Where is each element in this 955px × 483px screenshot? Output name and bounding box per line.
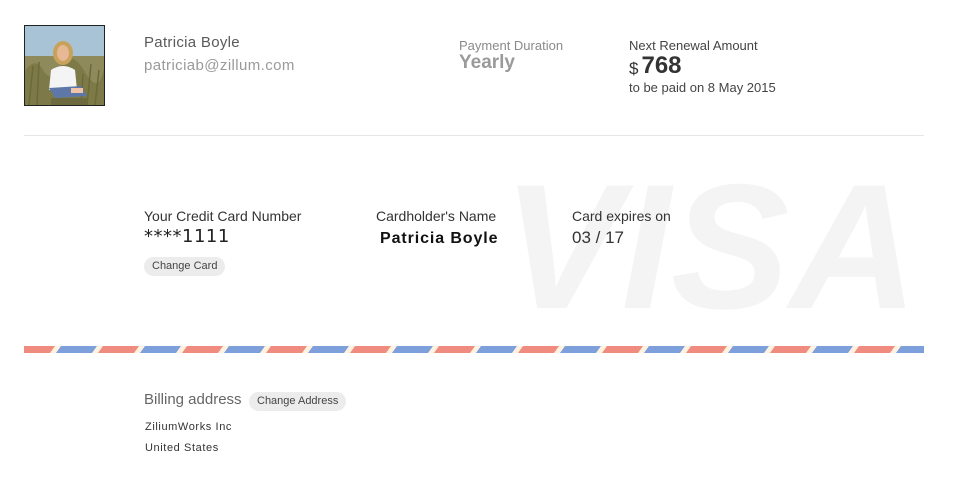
airmail-stripe-segment: [728, 346, 769, 353]
airmail-stripe-segment: [24, 346, 55, 353]
card-expiry: 03 / 17: [572, 228, 624, 247]
airmail-stripe: [24, 346, 924, 353]
renewal-date: to be paid on 8 May 2015: [629, 80, 776, 95]
currency-symbol: $: [629, 59, 639, 78]
user-photo: [25, 26, 104, 105]
renewal-amount: $768: [629, 52, 682, 80]
airmail-stripe-segment: [602, 346, 643, 353]
billing-address-label: Billing address: [144, 391, 242, 408]
change-card-button[interactable]: Change Card: [144, 257, 226, 276]
section-divider: [24, 135, 924, 136]
address-line: ZiliumWorks Inc: [145, 421, 233, 433]
airmail-stripe-segment: [350, 346, 391, 353]
airmail-stripe-segment: [434, 346, 475, 353]
airmail-stripe-segment: [812, 346, 853, 353]
cardholder-label: Cardholder's Name: [376, 208, 497, 224]
card-number: ****1111: [144, 226, 230, 247]
airmail-stripe-segment: [140, 346, 181, 353]
airmail-stripe-segment: [854, 346, 895, 353]
renewal-amount-value: 768: [641, 52, 682, 79]
airmail-stripe-segment: [518, 346, 559, 353]
airmail-stripe-segment: [56, 346, 97, 353]
payment-duration-value: Yearly: [459, 52, 515, 73]
airmail-stripe-segment: [686, 346, 727, 353]
cardholder-name: Patricia Boyle: [380, 230, 499, 247]
airmail-stripe-segment: [392, 346, 433, 353]
airmail-stripe-segment: [308, 346, 349, 353]
airmail-stripe-segment: [560, 346, 601, 353]
airmail-stripe-segment: [98, 346, 139, 353]
airmail-stripe-segment: [224, 346, 265, 353]
user-name: Patricia Boyle: [144, 34, 240, 51]
user-email: patriciab@zillum.com: [144, 57, 295, 74]
airmail-stripe-segment: [770, 346, 811, 353]
visa-logo-watermark: VISA: [503, 160, 918, 320]
card-expiry-label: Card expires on: [572, 208, 671, 224]
airmail-stripe-segment: [182, 346, 223, 353]
airmail-stripe-segment: [266, 346, 307, 353]
renewal-amount-label: Next Renewal Amount: [629, 38, 758, 53]
card-number-label: Your Credit Card Number: [144, 208, 302, 224]
airmail-stripe-segment: [476, 346, 517, 353]
visa-logo-text: VISA: [503, 160, 918, 320]
payment-duration-label: Payment Duration: [459, 38, 564, 53]
change-address-button[interactable]: Change Address: [249, 392, 347, 411]
address-line: United States: [145, 442, 219, 454]
airmail-stripe-segment: [644, 346, 685, 353]
avatar: [24, 25, 105, 106]
